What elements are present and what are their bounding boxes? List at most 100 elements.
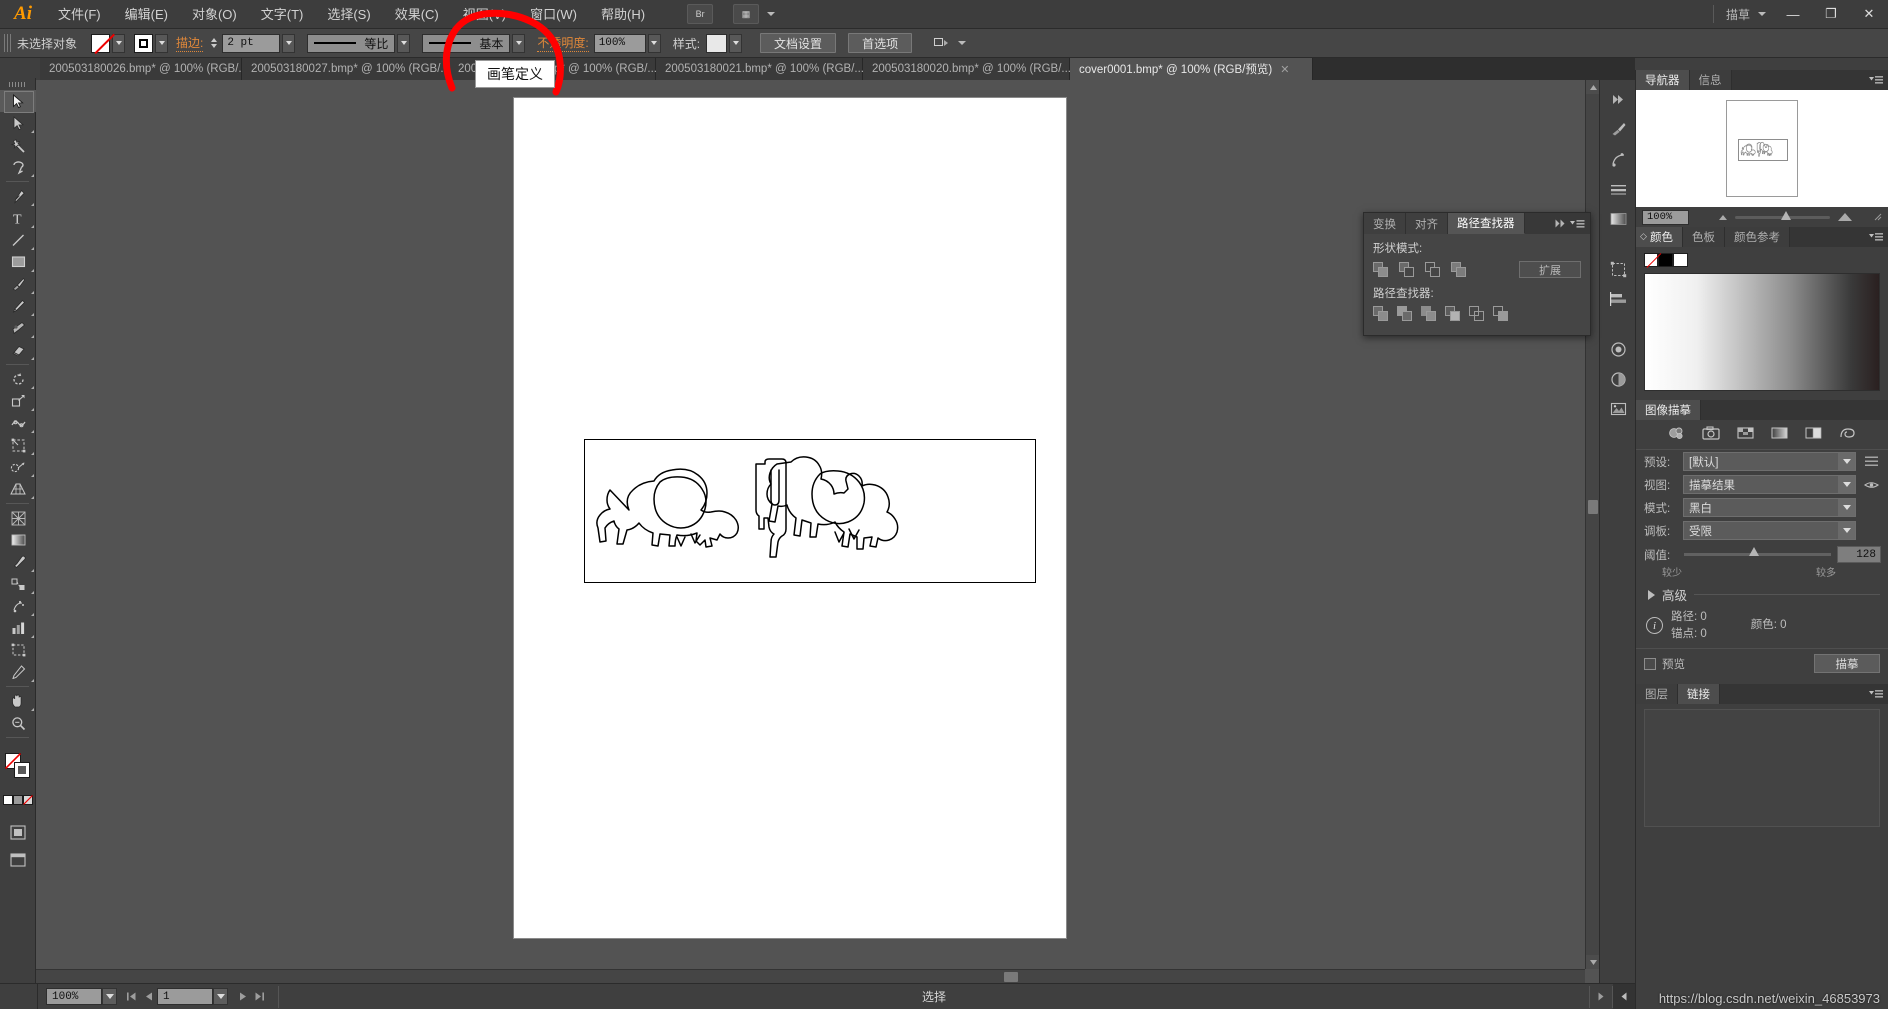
stroke-weight-dropdown[interactable] bbox=[282, 33, 296, 53]
pencil-tool[interactable] bbox=[0, 295, 36, 317]
tool-flyout-indicator[interactable] bbox=[31, 408, 34, 411]
selection-tool[interactable] bbox=[0, 90, 36, 113]
stroke-swatch[interactable] bbox=[134, 33, 154, 53]
zoom-in-icon[interactable] bbox=[1838, 213, 1852, 221]
preview-checkbox[interactable] bbox=[1644, 657, 1656, 670]
stroke-weight-label[interactable]: 描边: bbox=[176, 34, 204, 52]
tool-flyout-indicator[interactable] bbox=[31, 357, 34, 360]
artboard-number-input[interactable]: 1 bbox=[157, 988, 213, 1005]
color-mode-buttons[interactable] bbox=[0, 789, 36, 811]
tool-flyout-indicator[interactable] bbox=[31, 386, 34, 389]
panel-collapse-icon[interactable] bbox=[1555, 213, 1570, 234]
threshold-slider-knob[interactable] bbox=[1748, 547, 1759, 556]
resize-grip-icon[interactable] bbox=[1874, 213, 1882, 221]
tool-flyout-indicator[interactable] bbox=[31, 430, 34, 433]
trim-icon[interactable] bbox=[1397, 306, 1412, 321]
document-setup-button[interactable]: 文档设置 bbox=[760, 33, 837, 53]
opacity-label[interactable]: 不透明度: bbox=[537, 34, 589, 52]
bridge-icon[interactable]: Br bbox=[687, 4, 714, 24]
artboard-tool[interactable] bbox=[0, 639, 36, 661]
blend-tool[interactable] bbox=[0, 573, 36, 595]
grayscale-icon[interactable] bbox=[1771, 426, 1788, 443]
graphic-style-dropdown[interactable] bbox=[729, 33, 743, 53]
align-panel-icon[interactable] bbox=[1600, 284, 1636, 314]
fill-dropdown[interactable] bbox=[112, 33, 126, 53]
tab-links[interactable]: 链接 bbox=[1678, 684, 1720, 705]
preset-chevron-down-icon[interactable] bbox=[1838, 453, 1855, 470]
advanced-expand-icon[interactable] bbox=[1648, 589, 1655, 600]
tool-flyout-indicator[interactable] bbox=[31, 335, 34, 338]
fill-swatch[interactable] bbox=[91, 33, 111, 53]
menu-select[interactable]: 选择(S) bbox=[315, 0, 382, 29]
layers-panel-menu-icon[interactable] bbox=[1869, 689, 1883, 699]
links-list[interactable] bbox=[1644, 709, 1880, 828]
symbol-sprayer-tool[interactable] bbox=[0, 595, 36, 617]
zoom-tool[interactable] bbox=[0, 712, 36, 734]
document-tab[interactable]: 200503180026.bmp* @ 100% (RGB/... ✕ bbox=[40, 58, 265, 80]
advanced-section-row[interactable]: 高级 bbox=[1636, 579, 1888, 606]
low-fidelity-photo-icon[interactable] bbox=[1737, 426, 1754, 443]
view-chevron-down-icon[interactable] bbox=[1838, 476, 1855, 493]
shape-builder-tool[interactable] bbox=[0, 456, 36, 478]
options-bar-grip[interactable] bbox=[4, 34, 11, 52]
tab-info[interactable]: 信息 bbox=[1689, 70, 1732, 90]
maximize-button[interactable]: ❐ bbox=[1812, 0, 1850, 28]
tab-align[interactable]: 对齐 bbox=[1406, 213, 1448, 234]
line-segment-tool[interactable] bbox=[0, 229, 36, 251]
artboard-dropdown[interactable] bbox=[213, 988, 228, 1005]
blob-brush-tool[interactable] bbox=[0, 317, 36, 339]
tool-flyout-indicator[interactable] bbox=[31, 474, 34, 477]
color-panel-menu-icon[interactable] bbox=[1869, 232, 1883, 242]
previous-artboard-icon[interactable] bbox=[140, 987, 157, 1007]
minus-front-icon[interactable] bbox=[1399, 262, 1414, 277]
threshold-slider[interactable] bbox=[1684, 547, 1831, 556]
navigator-preview[interactable] bbox=[1636, 90, 1888, 207]
column-graph-tool[interactable] bbox=[0, 617, 36, 639]
color-spectrum-ramp[interactable] bbox=[1644, 273, 1880, 391]
tool-flyout-indicator[interactable] bbox=[31, 496, 34, 499]
canvas-horizontal-scrollbar[interactable] bbox=[36, 969, 1585, 983]
status-zoom-dropdown[interactable] bbox=[102, 988, 117, 1005]
document-tab[interactable]: 200503180027.bmp* @ 100% (RGB/... ✕ bbox=[242, 58, 467, 80]
stroke-dropdown[interactable] bbox=[155, 33, 169, 53]
fill-stroke-indicator[interactable] bbox=[0, 749, 36, 783]
expand-button[interactable]: 扩展 bbox=[1519, 261, 1581, 278]
opacity-dropdown[interactable] bbox=[647, 33, 661, 53]
stroke-panel-icon[interactable] bbox=[1600, 174, 1636, 204]
tab-pathfinder[interactable]: 路径查找器 bbox=[1448, 213, 1525, 234]
tool-flyout-indicator[interactable] bbox=[31, 130, 34, 133]
preferences-button[interactable]: 首选项 bbox=[848, 33, 913, 53]
perspective-grid-tool[interactable] bbox=[0, 478, 36, 500]
graphic-styles-panel-icon[interactable] bbox=[1600, 364, 1636, 394]
drawing-mode-button[interactable] bbox=[0, 821, 36, 843]
vertical-scroll-thumb[interactable] bbox=[1588, 500, 1598, 514]
stroke-profile-dropdown[interactable] bbox=[397, 33, 411, 53]
preview-checkbox-group[interactable]: 预览 bbox=[1644, 656, 1685, 672]
gradient-tool[interactable] bbox=[0, 529, 36, 551]
arrange-documents-icon[interactable]: ▦ bbox=[733, 4, 760, 24]
palette-select[interactable]: 受限 bbox=[1683, 521, 1856, 540]
eye-icon[interactable] bbox=[1861, 480, 1881, 490]
threshold-value-input[interactable]: 128 bbox=[1837, 546, 1881, 563]
tool-flyout-indicator[interactable] bbox=[31, 679, 34, 682]
trace-button[interactable]: 描摹 bbox=[1814, 654, 1880, 674]
transform-panel-icon[interactable] bbox=[1600, 254, 1636, 284]
brush-definition-dropdown[interactable] bbox=[512, 33, 526, 53]
dock-expand-icon[interactable] bbox=[1600, 84, 1636, 114]
status-menu-arrow-icon[interactable] bbox=[1590, 984, 1612, 1009]
minimize-button[interactable]: — bbox=[1774, 0, 1812, 28]
tool-flyout-indicator[interactable] bbox=[31, 291, 34, 294]
screen-mode-button[interactable] bbox=[0, 849, 36, 871]
stroke-profile-combo[interactable]: 等比 bbox=[307, 33, 396, 53]
tab-color-guide[interactable]: 颜色参考 bbox=[1725, 227, 1790, 247]
first-artboard-icon[interactable] bbox=[123, 987, 140, 1007]
menu-file[interactable]: 文件(F) bbox=[46, 0, 113, 29]
last-artboard-icon[interactable] bbox=[251, 987, 268, 1007]
width-tool[interactable] bbox=[0, 412, 36, 434]
brush-definition-combo[interactable]: 基本 bbox=[422, 33, 511, 53]
mode-select[interactable]: 黑白 bbox=[1683, 498, 1856, 517]
navigator-panel-menu-icon[interactable] bbox=[1869, 75, 1883, 85]
workspace-switcher-label[interactable]: 描草 bbox=[1722, 6, 1754, 23]
menu-window[interactable]: 窗口(W) bbox=[518, 0, 589, 29]
gradient-panel-icon[interactable] bbox=[1600, 204, 1636, 234]
